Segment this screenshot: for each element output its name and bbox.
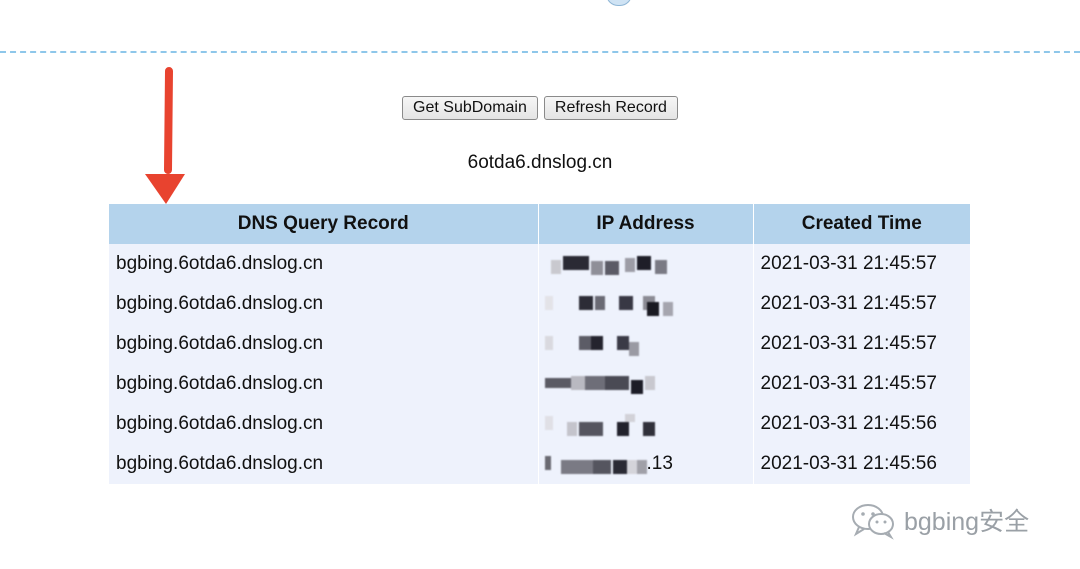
dns-query-cell: bgbing.6otda6.dnslog.cn xyxy=(109,284,539,324)
column-header-created-time: Created Time xyxy=(753,204,970,244)
table-row: bgbing.6otda6.dnslog.cn 2021-03-31 21:45… xyxy=(109,364,970,404)
created-time-cell: 2021-03-31 21:45:56 xyxy=(753,444,970,484)
redacted-ip-pixelation xyxy=(545,252,695,276)
table-row: bgbing.6otda6.dnslog.cn .13 2021-03-31 2… xyxy=(109,444,970,484)
table-row: bgbing.6otda6.dnslog.cn 2021-03-31 21:45… xyxy=(109,324,970,364)
subdomain-display: 6otda6.dnslog.cn xyxy=(467,152,613,173)
created-time-cell: 2021-03-31 21:45:57 xyxy=(753,284,970,324)
watermark-text: bgbing安全 xyxy=(904,508,1030,536)
table-row: bgbing.6otda6.dnslog.cn 2021-03-31 21:45… xyxy=(109,244,970,284)
redacted-ip-pixelation xyxy=(544,412,695,436)
dns-query-cell: bgbing.6otda6.dnslog.cn xyxy=(109,404,539,444)
ip-address-cell xyxy=(538,284,754,324)
get-subdomain-button[interactable]: Get SubDomain xyxy=(402,96,538,120)
dns-query-cell: bgbing.6otda6.dnslog.cn xyxy=(109,444,539,484)
created-time-cell: 2021-03-31 21:45:57 xyxy=(753,324,970,364)
ip-address-cell xyxy=(538,404,754,444)
ip-address-cell xyxy=(538,324,754,364)
created-time-cell: 2021-03-31 21:45:56 xyxy=(753,404,970,444)
watermark: bgbing安全 xyxy=(850,500,1029,540)
dns-query-cell: bgbing.6otda6.dnslog.cn xyxy=(109,244,539,284)
ip-address-cell: .13 xyxy=(538,444,754,484)
ip-address-cell xyxy=(538,364,754,404)
dns-record-table: DNS Query Record IP Address Created Time… xyxy=(109,204,970,484)
table-row: bgbing.6otda6.dnslog.cn 2021-03-31 21:45… xyxy=(109,404,970,444)
column-header-dns-query: DNS Query Record xyxy=(109,204,539,244)
table-row: bgbing.6otda6.dnslog.cn 2021-03-31 21:45… xyxy=(109,284,970,324)
dashed-divider xyxy=(0,51,1080,53)
created-time-cell: 2021-03-31 21:45:57 xyxy=(753,244,970,284)
table-header-row: DNS Query Record IP Address Created Time xyxy=(109,204,970,244)
redacted-ip-pixelation xyxy=(544,372,695,396)
column-header-ip-address: IP Address xyxy=(538,204,754,244)
button-row: Get SubDomain Refresh Record xyxy=(0,96,1080,120)
red-arrow-annotation xyxy=(145,67,185,204)
ip-address-cell xyxy=(538,244,754,284)
created-time-cell: 2021-03-31 21:45:57 xyxy=(753,364,970,404)
ip-address-text: .13 xyxy=(646,453,673,474)
wechat-icon xyxy=(852,504,894,540)
redacted-ip-pixelation xyxy=(544,292,695,316)
redacted-ip-pixelation xyxy=(544,332,695,356)
decorative-shape xyxy=(606,0,632,6)
dns-query-cell: bgbing.6otda6.dnslog.cn xyxy=(109,364,539,404)
refresh-record-button[interactable]: Refresh Record xyxy=(543,96,678,120)
dns-query-cell: bgbing.6otda6.dnslog.cn xyxy=(109,324,539,364)
